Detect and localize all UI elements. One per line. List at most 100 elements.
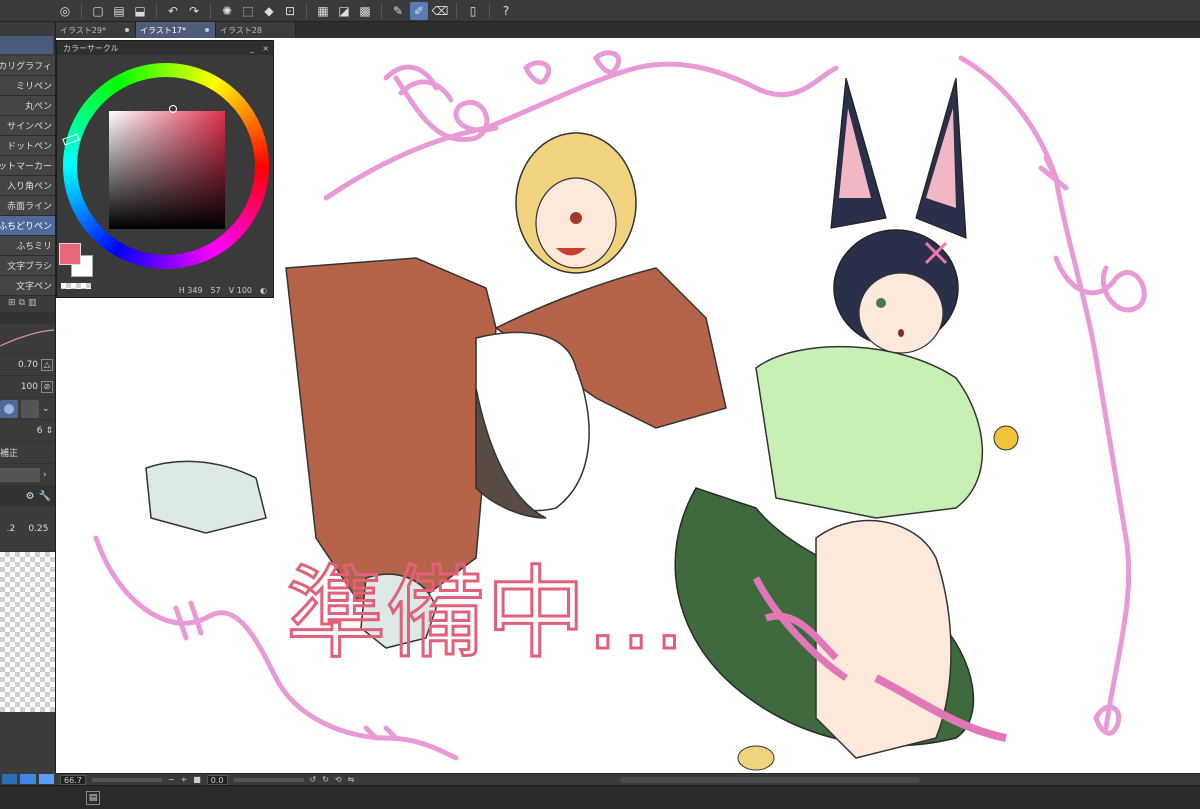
separator: [306, 2, 307, 19]
brush-tip-row[interactable]: ⌄: [0, 398, 55, 420]
sv-cursor[interactable]: [169, 105, 177, 113]
sub-tool-header[interactable]: [0, 36, 53, 54]
sub-tool-item[interactable]: ミリペン: [0, 76, 55, 96]
bottom-bar: ▤: [0, 785, 1200, 809]
minimize-button[interactable]: _: [250, 44, 254, 53]
tab-document-1[interactable]: イラスト29*: [56, 22, 136, 38]
brush-size-row[interactable]: 0.70 △: [0, 354, 55, 376]
tab-label: イラスト28: [220, 25, 263, 35]
trash-icon[interactable]: ▥: [28, 298, 37, 308]
select-icon[interactable]: ⬚: [239, 2, 257, 20]
ruler-icon[interactable]: ◪: [335, 2, 353, 20]
zoom-out-button[interactable]: −: [168, 775, 175, 784]
v-number: 100: [236, 285, 253, 295]
sub-tool-label: カリグラフィ: [0, 62, 52, 72]
pressure-curve-graph: [0, 329, 55, 347]
wrench-icon[interactable]: 🔧: [39, 491, 51, 502]
color-swatch[interactable]: [38, 774, 54, 784]
eraser-icon[interactable]: ⌫: [431, 2, 449, 20]
rotate-left-icon[interactable]: ↺: [310, 775, 317, 784]
sub-tool-item[interactable]: ットマーカー: [0, 156, 55, 176]
device-icon[interactable]: ▯: [464, 2, 482, 20]
fit-icon[interactable]: ■: [193, 775, 201, 784]
sub-tool-item[interactable]: 赤面ライン: [0, 196, 55, 216]
fill-icon[interactable]: ◆: [260, 2, 278, 20]
opacity-row[interactable]: 100 ⊘: [0, 376, 55, 398]
pen-icon[interactable]: ✎: [389, 2, 407, 20]
layer-panel-icon[interactable]: ▤: [86, 791, 100, 805]
panel-footer: ⚙ 🔧: [0, 486, 55, 506]
color-swatch[interactable]: [20, 774, 36, 784]
rotation-input[interactable]: 0.0: [206, 774, 228, 785]
correction-slider[interactable]: [0, 467, 40, 482]
help-icon[interactable]: ?: [497, 2, 515, 20]
sub-tool-item[interactable]: ふちミリ: [0, 236, 55, 256]
separator: [210, 2, 211, 19]
quick-value-a[interactable]: .2: [7, 524, 16, 534]
opacity-value: 100: [20, 381, 38, 392]
saturation-value-square[interactable]: [109, 111, 225, 229]
color-values: H 349 57 V 100 ◐: [57, 283, 273, 297]
brush-icon[interactable]: ✐: [410, 1, 428, 20]
quick-value-b[interactable]: 0.25: [28, 524, 48, 534]
color-swatch[interactable]: [2, 774, 18, 784]
triangle-icon[interactable]: △: [41, 358, 53, 371]
close-button[interactable]: ×: [262, 44, 269, 53]
sub-tool-item[interactable]: 入り角ペン: [0, 176, 55, 196]
sub-tool-item[interactable]: 文字ブラシ: [0, 256, 55, 276]
zoom-slider[interactable]: [91, 777, 162, 782]
sub-tool-item[interactable]: サインペン: [0, 116, 55, 136]
navigator-preview[interactable]: [0, 552, 55, 712]
redo-icon[interactable]: ↷: [185, 2, 203, 20]
settings-icon[interactable]: ⚙: [26, 491, 35, 502]
spinner-arrows-icon[interactable]: ⇕: [45, 426, 53, 436]
command-bar: ◎ ▢ ▤ ⬓ ↶ ↷ ✺ ⬚ ◆ ⊡ ▦ ◪ ▩ ✎ ✐ ⌫ ▯ ?: [0, 0, 1200, 22]
pressure-curve[interactable]: [0, 324, 55, 354]
open-file-icon[interactable]: ▤: [110, 2, 128, 20]
add-icon[interactable]: ⊞: [8, 298, 16, 308]
tab-label: イラスト29*: [60, 25, 107, 35]
sub-tool-item[interactable]: ドットペン: [0, 136, 55, 156]
snap-icon[interactable]: ▩: [356, 2, 374, 20]
rotation-slider[interactable]: [233, 777, 304, 782]
correction-options[interactable]: ›: [0, 464, 55, 486]
mode-toggle-icon[interactable]: ◐: [260, 286, 267, 295]
sub-tool-label: ふちミリ: [16, 242, 52, 252]
tab-document-3[interactable]: イラスト28: [216, 22, 296, 38]
tab-label: イラスト17*: [140, 25, 187, 35]
stabilization-row[interactable]: 6 ⇕: [0, 420, 55, 442]
character-right: [674, 77, 1019, 771]
spinner-icon[interactable]: ✺: [218, 2, 236, 20]
main-color-swatch[interactable]: [59, 243, 81, 265]
grid-icon[interactable]: ▦: [314, 2, 332, 20]
transform-icon[interactable]: ⊡: [281, 2, 299, 20]
tab-document-2[interactable]: イラスト17*: [136, 22, 216, 38]
sub-tool-item[interactable]: カリグラフィ: [0, 56, 55, 76]
separator: [81, 2, 82, 19]
chevron-right-icon[interactable]: ›: [43, 470, 47, 480]
zoom-in-button[interactable]: +: [181, 775, 188, 784]
rotate-right-icon[interactable]: ↻: [322, 775, 329, 784]
new-file-icon[interactable]: ▢: [89, 2, 107, 20]
sub-tool-item[interactable]: 文字ペン: [0, 276, 55, 296]
sub-tool-item[interactable]: 丸ペン: [0, 96, 55, 116]
brush-tip-round-icon[interactable]: [0, 399, 18, 418]
undo-icon[interactable]: ↶: [164, 2, 182, 20]
brush-tip-soft-icon[interactable]: [21, 399, 39, 418]
quick-values: .2 0.25: [0, 506, 55, 534]
circle-icon[interactable]: ⊘: [41, 380, 53, 393]
copy-icon[interactable]: ⧉: [19, 298, 25, 308]
clip-studio-icon[interactable]: ◎: [56, 2, 74, 20]
chevron-down-icon[interactable]: ⌄: [42, 404, 50, 414]
flip-icon[interactable]: ⇋: [348, 775, 355, 784]
horizontal-scrollbar[interactable]: [620, 776, 921, 783]
document-tabs: イラスト29* イラスト17* イラスト28: [56, 22, 1200, 38]
zoom-input[interactable]: 66.7: [60, 774, 86, 785]
tool-property-header: [0, 312, 55, 324]
sub-tool-item-selected[interactable]: ふちどりペン: [0, 216, 55, 236]
save-icon[interactable]: ⬓: [131, 2, 149, 20]
panel-titlebar[interactable]: カラーサークル _ ×: [57, 41, 273, 55]
tab-spacer: [285, 28, 289, 32]
reset-rotation-icon[interactable]: ⟲: [335, 775, 342, 784]
stabilization-value: 6: [36, 425, 43, 436]
